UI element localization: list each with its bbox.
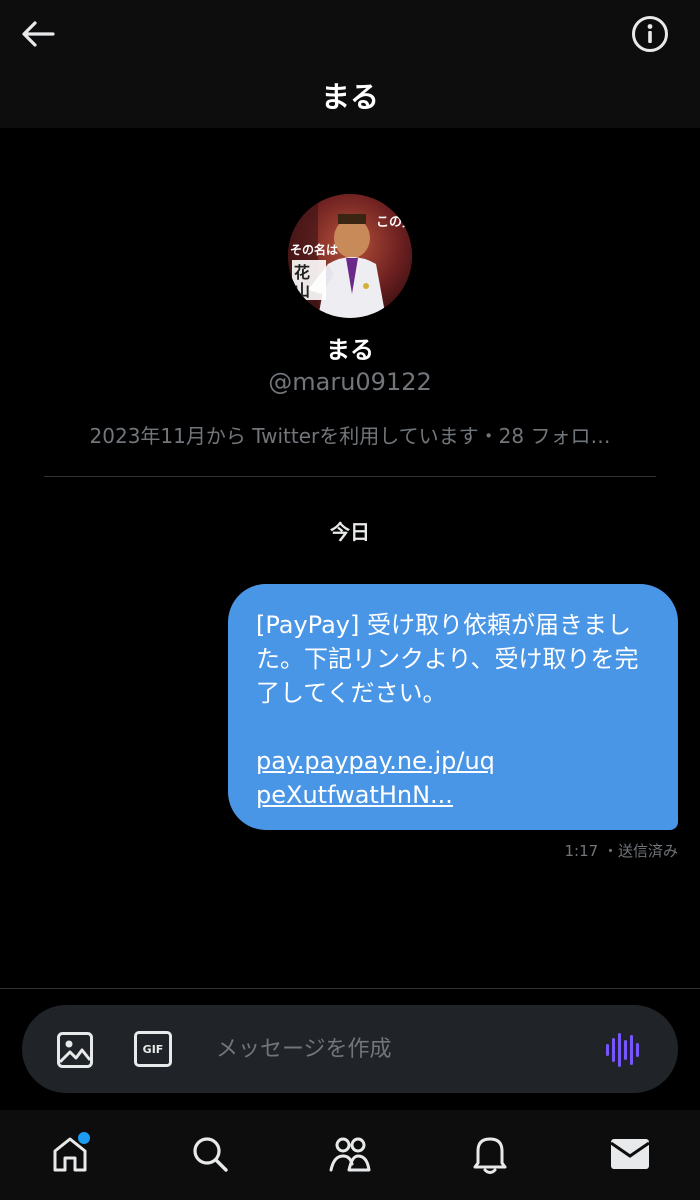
avatar-image: この男 その名は 花 山	[288, 194, 412, 318]
info-button[interactable]	[630, 14, 670, 54]
back-button[interactable]	[18, 16, 58, 52]
message-input[interactable]	[216, 1029, 566, 1069]
bottom-tab-bar	[0, 1110, 700, 1200]
conversation-header: まる	[0, 0, 700, 128]
message-link[interactable]: pay.paypay.ne.jp/uqpeXutfwatHnN...	[256, 744, 506, 812]
gif-button[interactable]: GIF	[134, 1031, 172, 1067]
message-time: 1:17	[564, 842, 599, 860]
tab-messages[interactable]	[608, 1132, 652, 1176]
day-label: 今日	[330, 520, 370, 544]
image-button[interactable]	[56, 1031, 94, 1069]
svg-text:この男: この男	[376, 215, 412, 230]
svg-text:その名は: その名は	[290, 242, 338, 257]
composer: GIF	[22, 1005, 678, 1093]
composer-bar: GIF	[0, 988, 700, 1110]
tab-search[interactable]	[188, 1132, 232, 1176]
arrow-left-icon	[22, 21, 55, 47]
bell-icon	[473, 1137, 507, 1174]
message-status: ・送信済み	[602, 842, 678, 860]
communities-icon	[329, 1137, 371, 1172]
voice-wave-icon	[606, 1044, 609, 1056]
profile-name: まる	[326, 336, 374, 364]
message-bubble[interactable]: [PayPay] 受け取り依頼が届きました。下記リンクより、受け取りを完了してく…	[228, 584, 678, 830]
svg-text:花: 花	[294, 263, 310, 282]
info-icon	[632, 16, 668, 52]
message-meta: 1:17 ・送信済み	[565, 840, 678, 861]
search-icon	[193, 1137, 228, 1172]
home-badge	[78, 1132, 90, 1144]
mail-icon	[610, 1139, 650, 1169]
tab-home[interactable]	[48, 1132, 92, 1176]
profile-handle: @maru09122	[268, 368, 432, 396]
voice-button[interactable]	[606, 1033, 642, 1067]
divider	[44, 476, 656, 477]
conversation-title: まる	[320, 80, 379, 114]
message-text: [PayPay] 受け取り依頼が届きました。下記リンクより、受け取りを完了してく…	[256, 611, 639, 707]
svg-text:山: 山	[294, 281, 310, 300]
image-icon	[57, 1032, 93, 1068]
profile-meta: 2023年11月から Twitterを利用しています・28 フォロ…	[89, 424, 611, 448]
tab-communities[interactable]	[328, 1132, 372, 1176]
tab-notifications[interactable]	[468, 1132, 512, 1176]
avatar[interactable]: この男 その名は 花 山	[288, 194, 412, 318]
